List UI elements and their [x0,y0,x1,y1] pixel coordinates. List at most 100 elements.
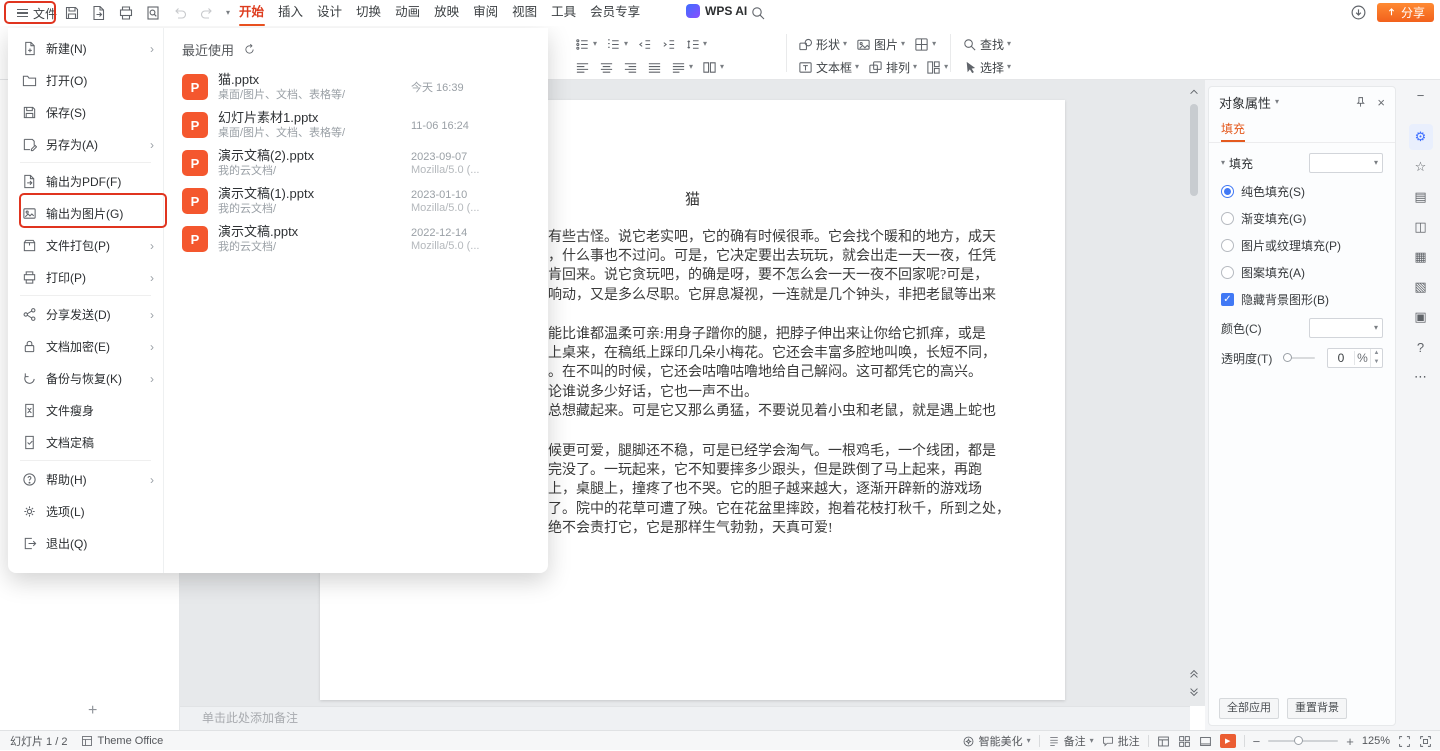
vertical-scrollbar[interactable] [1186,80,1202,706]
recent-file-row[interactable]: P 演示文稿(1).pptx 我的云文档/ 2023-01-10 Mozilla… [182,182,530,220]
distribute-button[interactable]: ▾ [671,60,693,75]
picture-button[interactable]: 图片▾ [856,36,905,53]
quickbar-dropdown-icon[interactable]: ▾ [226,9,230,17]
menu-item-print[interactable]: 打印(P)› [8,262,163,293]
tab-insert[interactable]: 插入 [271,0,310,26]
menu-item-file-slim[interactable]: 文件瘦身 [8,395,163,426]
zoom-level[interactable]: 125% [1362,735,1390,747]
radio-gradient-fill[interactable]: 渐变填充(G) [1221,210,1383,227]
recent-file-row[interactable]: P 猫.pptx 桌面/图片、文档、表格等/ 今天 16:39 [182,68,530,106]
columns-button[interactable]: ▾ [702,60,724,75]
texture-panel-icon[interactable]: ▧ [1409,274,1433,300]
zoom-out-icon[interactable]: − [1253,734,1261,749]
tab-design[interactable]: 设计 [310,0,349,26]
comments-button[interactable]: 批注 [1102,733,1140,749]
file-menu-button[interactable]: 文件 [10,3,64,23]
refresh-icon[interactable] [243,43,256,56]
radio-solid-fill[interactable]: 纯色填充(S) [1221,183,1383,200]
slide-sorter-icon[interactable] [1178,735,1191,748]
print-preview-icon[interactable] [145,5,161,21]
fill-style-select[interactable]: ▾ [1309,153,1383,173]
scrollbar-thumb[interactable] [1190,104,1198,196]
reading-view-icon[interactable] [1199,735,1212,748]
checkbox-hide-background[interactable]: ✓ 隐藏背景图形(B) [1221,291,1383,308]
align-left-button[interactable] [575,60,590,75]
close-panel-icon[interactable]: × [1377,95,1385,110]
scroll-up-icon[interactable] [1188,86,1200,98]
section-collapse-icon[interactable]: ▾ [1221,159,1225,167]
notes-toggle-button[interactable]: 备注▾ [1048,733,1094,749]
previous-slide-icon[interactable] [1188,668,1200,680]
fill-color-button[interactable]: ▾ [914,37,936,52]
line-spacing-button[interactable]: ▾ [685,37,707,52]
theme-indicator[interactable]: Theme Office [81,735,163,747]
chart-panel-icon[interactable]: ◫ [1409,214,1433,240]
help-icon[interactable]: ? [1409,334,1433,360]
notes-input[interactable]: 单击此处添加备注 [180,706,1190,730]
bullet-list-button[interactable]: ▾ [575,37,597,52]
radio-pattern-fill[interactable]: 图案填充(A) [1221,264,1383,281]
color-select[interactable]: ▾ [1309,318,1383,338]
menu-item-encrypt[interactable]: 文档加密(E)› [8,331,163,362]
tab-view[interactable]: 视图 [505,0,544,26]
properties-gear-icon[interactable]: ⚙ [1409,124,1433,150]
tab-slideshow[interactable]: 放映 [427,0,466,26]
spin-up-icon[interactable]: ▲ [1374,349,1380,358]
increase-indent-button[interactable] [661,37,676,52]
play-slideshow-button[interactable]: ▶ [1220,734,1236,748]
share-button[interactable]: 分享 [1377,3,1434,22]
menu-item-save-as[interactable]: 另存为(A)› [8,129,163,160]
reset-background-button[interactable]: 重置背景 [1287,698,1347,719]
radio-picture-fill[interactable]: 图片或纹理填充(P) [1221,237,1383,254]
recent-file-row[interactable]: P 演示文稿.pptx 我的云文档/ 2022-12-14 Mozilla/5.… [182,220,530,258]
star-icon[interactable]: ☆ [1409,154,1433,180]
zoom-slider[interactable] [1268,740,1338,742]
collapse-panel-icon[interactable]: − [1409,82,1433,108]
find-button[interactable]: 查找▾ [962,36,1011,53]
numbered-list-button[interactable]: ▾ [606,37,628,52]
menu-item-backup-restore[interactable]: 备份与恢复(K)› [8,363,163,394]
fullscreen-icon[interactable] [1419,735,1432,748]
tab-transition[interactable]: 切换 [349,0,388,26]
menu-item-help[interactable]: 帮助(H)› [8,464,163,495]
menu-item-exit[interactable]: 退出(Q) [8,528,163,559]
tab-member[interactable]: 会员专享 [583,0,647,26]
tab-tools[interactable]: 工具 [544,0,583,26]
undo-icon[interactable] [172,5,188,21]
justify-button[interactable] [647,60,662,75]
fit-slide-icon[interactable] [1398,735,1411,748]
sync-download-icon[interactable] [1350,4,1367,21]
next-slide-icon[interactable] [1188,686,1200,698]
menu-item-save[interactable]: 保存(S) [8,97,163,128]
menu-item-export-pdf[interactable]: 输出为PDF(F) [8,166,163,197]
tab-review[interactable]: 审阅 [466,0,505,26]
grid-panel-icon[interactable]: ▦ [1409,244,1433,270]
smart-beautify-button[interactable]: 智能美化▾ [962,733,1031,749]
more-tools-icon[interactable]: ⋯ [1409,364,1433,390]
menu-item-new[interactable]: 新建(N)› [8,33,163,64]
select-button[interactable]: 选择▾ [962,59,1011,76]
layout-button[interactable]: ▾ [926,60,948,75]
textbox-button[interactable]: 文本框▾ [798,59,859,76]
arrange-button[interactable]: 排列▾ [868,59,917,76]
menu-item-open[interactable]: 打开(O) [8,65,163,96]
panel-dropdown-icon[interactable]: ▾ [1275,98,1279,106]
print-icon[interactable] [118,5,134,21]
layout-panel-icon[interactable]: ▤ [1409,184,1433,210]
align-center-button[interactable] [599,60,614,75]
export-icon[interactable] [91,5,107,21]
redo-icon[interactable] [199,5,215,21]
menu-item-share-send[interactable]: 分享发送(D)› [8,299,163,330]
shapes-button[interactable]: 形状▾ [798,36,847,53]
recent-file-row[interactable]: P 幻灯片素材1.pptx 桌面/图片、文档、表格等/ 11-06 16:24 [182,106,530,144]
save-icon[interactable] [64,5,80,21]
menu-item-package[interactable]: 文件打包(P)› [8,230,163,261]
slider-handle[interactable] [1283,353,1292,362]
zoom-in-icon[interactable]: + [1346,734,1354,749]
recent-file-row[interactable]: P 演示文稿(2).pptx 我的云文档/ 2023-09-07 Mozilla… [182,144,530,182]
normal-view-icon[interactable] [1157,735,1170,748]
wps-ai-button[interactable]: WPS AI [686,4,747,18]
tab-animation[interactable]: 动画 [388,0,427,26]
pin-icon[interactable] [1354,96,1367,109]
menu-item-finalize[interactable]: 文档定稿 [8,427,163,458]
